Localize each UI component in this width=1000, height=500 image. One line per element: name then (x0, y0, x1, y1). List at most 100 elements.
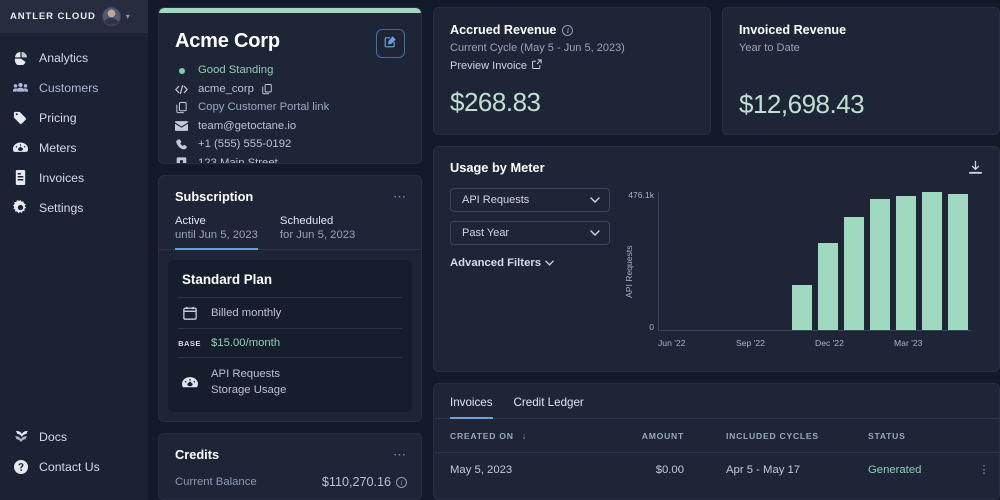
chart-bar[interactable] (895, 196, 917, 330)
customer-code: acme_corp (198, 82, 254, 95)
status-badge: Good Standing (198, 64, 274, 76)
table-row[interactable]: May 5, 2023 $0.00 Apr 5 - May 17 Generat… (434, 453, 999, 476)
gear-icon (13, 200, 28, 215)
chart-bar[interactable] (947, 194, 969, 330)
chart-bar-slot (763, 192, 789, 330)
usage-chart: API Requests 476.1k 0 Jun '22 Sep '22 De… (610, 188, 985, 363)
range-select[interactable]: Past Year (450, 221, 610, 245)
sidebar-item-analytics[interactable]: Analytics (0, 47, 148, 68)
edit-customer-button[interactable] (376, 29, 405, 58)
chart-bar[interactable] (921, 192, 943, 330)
info-circle-icon[interactable]: i (396, 476, 407, 488)
invoices-card: Invoices Credit Ledger CREATED ON ↓ AMOU… (433, 383, 1000, 500)
customer-code-row: acme_corp (175, 82, 405, 97)
credits-header: Credits ⋯ (175, 447, 407, 462)
chart-bar[interactable] (843, 216, 865, 330)
info-circle-icon[interactable]: i (562, 24, 574, 36)
chart-bar-slot (945, 192, 971, 330)
chart-bar-slot (685, 192, 711, 330)
chart-x-tick: Jun '22 (658, 338, 686, 348)
phone-row: +1 (555) 555-0192 (175, 137, 405, 152)
plan-base-row: BASE $15.00/month (178, 328, 402, 357)
chart-plot-area (658, 192, 971, 331)
sidebar-item-settings[interactable]: Settings (0, 197, 148, 218)
tab-invoices[interactable]: Invoices (450, 396, 493, 419)
standing-row: Good Standing (175, 63, 405, 78)
copy-portal-link: Copy Customer Portal link (198, 101, 330, 113)
base-label: BASE (178, 338, 201, 348)
accrued-revenue-amount: $268.83 (450, 87, 541, 117)
left-column: Acme Corp Good Standing acme_corp Copy C… (158, 7, 422, 500)
kebab-menu-icon[interactable]: ⋮ (979, 464, 990, 476)
chart-bar[interactable] (817, 243, 839, 330)
tab-credit-ledger[interactable]: Credit Ledger (514, 396, 584, 418)
chart-bar-slot (711, 192, 737, 330)
ellipsis-icon[interactable]: ⋯ (393, 448, 407, 461)
sidebar-item-label: Contact Us (39, 459, 100, 474)
meter-item: Storage Usage (211, 384, 287, 396)
sidebar-item-pricing[interactable]: Pricing (0, 107, 148, 128)
chart-y-axis-label: API Requests (624, 245, 634, 298)
tab-scheduled[interactable]: Scheduled for Jun 5, 2023 (280, 214, 355, 249)
credits-card: Credits ⋯ Current Balance $110,270.16 i (158, 433, 422, 500)
calendar-icon (180, 306, 199, 320)
chart-x-tick: Sep '22 (736, 338, 765, 348)
sidebar-item-meters[interactable]: Meters (0, 137, 148, 158)
chart-bar[interactable] (869, 199, 891, 330)
sidebar-nav: Analytics Customers Pricing Meters Invoi… (0, 33, 148, 426)
cell-created-on: May 5, 2023 (450, 464, 513, 476)
chart-bars (659, 192, 971, 330)
tab-active[interactable]: Active until Jun 5, 2023 (175, 214, 258, 250)
download-icon[interactable] (968, 160, 983, 180)
column-included-cycles[interactable]: INCLUDED CYCLES (684, 419, 844, 453)
sidebar-item-label: Invoices (39, 170, 85, 185)
portal-link-row[interactable]: Copy Customer Portal link (175, 100, 405, 115)
sidebar-item-customers[interactable]: Customers (0, 77, 148, 98)
pie-chart-icon (13, 50, 28, 65)
plan-meters-row: API Requests Storage Usage (178, 357, 402, 406)
chart-bar-slot (815, 192, 841, 330)
revenue-cards-row: Accrued Revenue i Current Cycle (May 5 -… (433, 7, 1000, 135)
usage-body: API Requests Past Year Advanced Filters … (450, 188, 985, 363)
sidebar-item-invoices[interactable]: Invoices (0, 167, 148, 188)
chevron-down-icon (590, 227, 600, 239)
preview-invoice-link[interactable]: Preview Invoice (450, 59, 694, 72)
ellipsis-icon[interactable]: ⋯ (393, 190, 407, 203)
chevron-down-icon[interactable]: ▾ (126, 12, 130, 21)
column-amount[interactable]: AMOUNT (599, 419, 684, 453)
chevron-down-icon (545, 257, 554, 269)
subscription-card: Subscription ⋯ Active until Jun 5, 2023 … (158, 175, 422, 422)
base-amount: $15.00 (211, 337, 246, 349)
advanced-filters-toggle[interactable]: Advanced Filters (450, 257, 610, 269)
accrued-revenue-card: Accrued Revenue i Current Cycle (May 5 -… (433, 7, 711, 135)
envelope-icon (175, 120, 188, 133)
chart-y-tick-min: 0 (649, 322, 654, 332)
column-status[interactable]: STATUS (844, 419, 969, 453)
sidebar-item-docs[interactable]: Docs (0, 426, 148, 447)
meter-select[interactable]: API Requests (450, 188, 610, 212)
chart-bar[interactable] (791, 285, 813, 330)
address-line: 123 Main Street (198, 156, 278, 164)
page-title: Acme Corp (175, 30, 280, 52)
accrued-revenue-title: Accrued Revenue (450, 23, 557, 37)
usage-title: Usage by Meter (450, 160, 545, 175)
sidebar-item-contact-us[interactable]: Contact Us (0, 456, 148, 477)
users-icon (13, 80, 28, 95)
chart-bar-slot (919, 192, 945, 330)
sidebar-item-label: Meters (39, 140, 77, 155)
accrued-revenue-subtitle: Current Cycle (May 5 - Jun 5, 2023) (450, 42, 625, 54)
plan-billing-value: Billed monthly (211, 307, 282, 319)
column-created-on[interactable]: CREATED ON ↓ (434, 419, 599, 453)
chart-bar-slot (867, 192, 893, 330)
arrow-down-icon: ↓ (521, 431, 527, 441)
chart-bar-slot (841, 192, 867, 330)
usage-by-meter-card: Usage by Meter API Requests Past Year Ad… (433, 146, 1000, 372)
copy-icon (175, 101, 188, 114)
sidebar: ANTLER CLOUD ▾ Analytics Customers Prici… (0, 0, 148, 500)
avatar[interactable] (101, 7, 121, 26)
subscription-header: Subscription ⋯ (159, 176, 421, 214)
sidebar-item-label: Pricing (39, 110, 77, 125)
sidebar-header[interactable]: ANTLER CLOUD ▾ (0, 0, 148, 33)
tab-label: Active (175, 215, 206, 227)
copy-icon[interactable] (261, 83, 274, 96)
